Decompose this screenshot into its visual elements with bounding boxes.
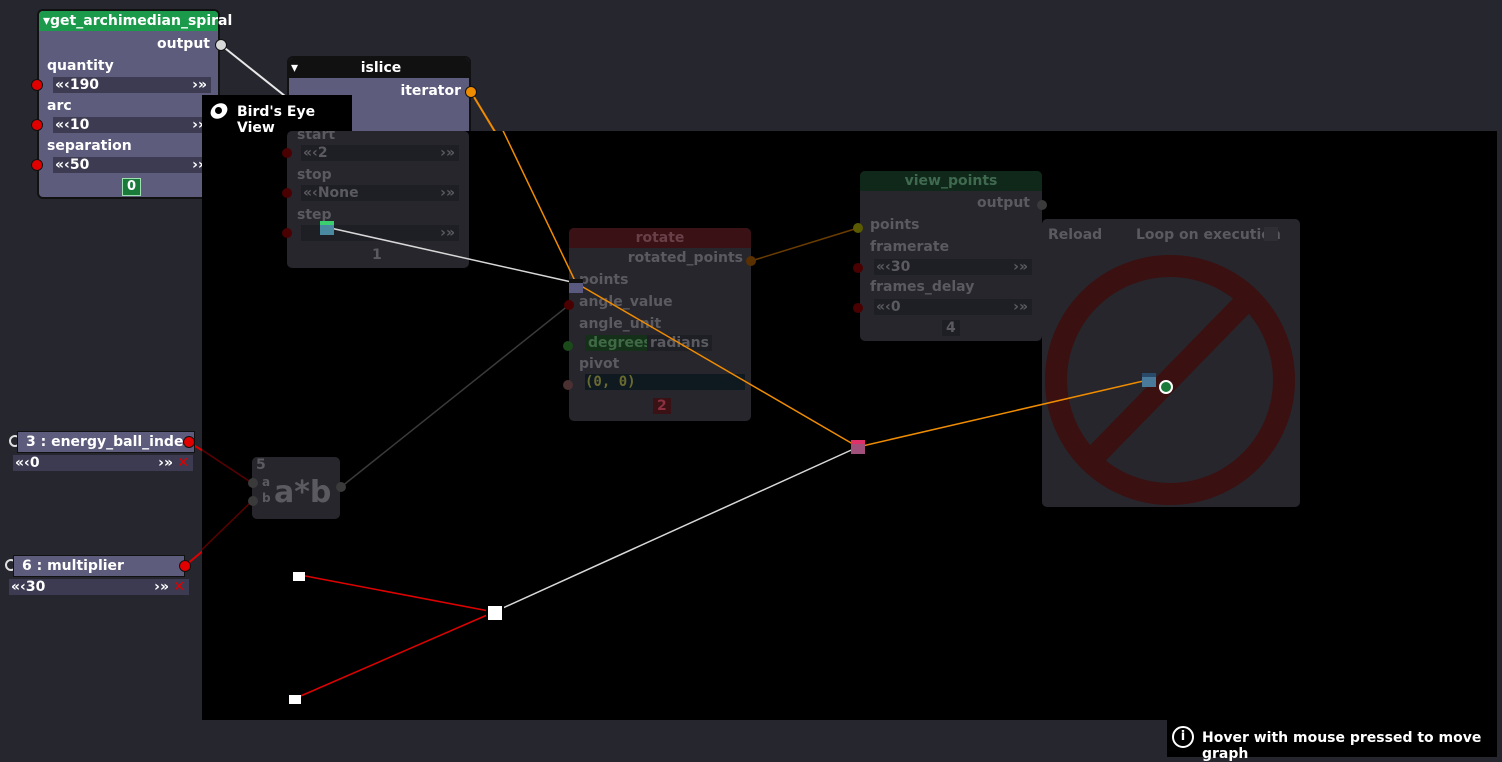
separation-value: 50 bbox=[69, 157, 90, 173]
variable-value: 30 bbox=[25, 579, 46, 595]
node-id-badge: 0 bbox=[122, 178, 142, 196]
bev-node-icon[interactable] bbox=[851, 440, 865, 454]
node-header[interactable]: ▾ islice bbox=[289, 58, 469, 78]
bev-wire-white-1 bbox=[325, 226, 577, 284]
arc-input-socket[interactable] bbox=[31, 119, 43, 131]
collapse-icon[interactable]: ▾ bbox=[291, 58, 298, 78]
bev-wire-orange-3 bbox=[857, 378, 1153, 448]
bev-socket bbox=[563, 341, 573, 351]
bev-socket bbox=[1037, 200, 1047, 210]
hint-bar: i Hover with mouse pressed to move graph bbox=[1167, 719, 1497, 762]
birds-eye-view-panel[interactable]: start «‹2 ›» stop «‹None ›» step ›» 1 ro… bbox=[202, 127, 1497, 720]
quantity-input-socket[interactable] bbox=[31, 79, 43, 91]
bev-node-icon[interactable] bbox=[1142, 373, 1156, 387]
increment-icon[interactable]: ›» bbox=[192, 77, 207, 93]
variable-value: 0 bbox=[29, 455, 40, 471]
variable-value-field[interactable]: «‹30 ›» ✕ bbox=[9, 579, 189, 595]
bev-node-icon[interactable] bbox=[320, 221, 334, 235]
bev-wire-red-1 bbox=[299, 574, 495, 613]
quantity-value: 190 bbox=[69, 77, 100, 93]
hint-text: Hover with mouse pressed to move graph bbox=[1202, 730, 1482, 762]
arc-label: arc bbox=[47, 98, 72, 114]
output-socket[interactable] bbox=[215, 39, 227, 51]
node-title: islice bbox=[360, 60, 402, 76]
variable-value-field[interactable]: «‹0 ›» ✕ bbox=[13, 455, 193, 471]
eye-pupil-icon bbox=[215, 107, 222, 114]
info-icon: i bbox=[1172, 726, 1194, 748]
bev-wire-red-3 bbox=[202, 449, 253, 484]
separation-label: separation bbox=[47, 138, 132, 154]
wire-archimedian-to-islice bbox=[220, 44, 291, 101]
iterator-label: iterator bbox=[400, 83, 461, 99]
bev-socket bbox=[563, 380, 573, 390]
bev-socket bbox=[853, 223, 863, 233]
variable-label: 3 : energy_ball_index bbox=[26, 434, 193, 450]
bev-socket bbox=[282, 148, 292, 158]
bev-node-icon[interactable] bbox=[569, 279, 583, 293]
decrement-icon[interactable]: «‹ bbox=[15, 455, 30, 471]
iterator-socket[interactable] bbox=[465, 86, 477, 98]
bev-node-icon[interactable] bbox=[486, 604, 504, 622]
bev-wire-white-2 bbox=[493, 446, 859, 613]
separation-field[interactable]: «‹50 ›» bbox=[53, 157, 211, 173]
birds-eye-view-tab[interactable]: Bird's Eye View bbox=[202, 95, 352, 136]
bev-wire-red-4 bbox=[202, 500, 253, 551]
decrement-icon[interactable]: «‹ bbox=[55, 157, 70, 173]
birds-eye-view-title: Bird's Eye View bbox=[237, 104, 316, 136]
output-label: output bbox=[157, 36, 210, 52]
bev-wire-red-2 bbox=[295, 611, 495, 699]
bev-node-icon[interactable] bbox=[293, 569, 305, 581]
variable-multiplier[interactable]: 6 : multiplier «‹30 ›» ✕ bbox=[4, 555, 189, 597]
bev-socket bbox=[248, 496, 258, 506]
quantity-field[interactable]: «‹190 ›» bbox=[53, 77, 211, 93]
increment-icon[interactable]: ›» bbox=[154, 579, 169, 595]
bev-node-icon[interactable] bbox=[1159, 380, 1173, 394]
quantity-label: quantity bbox=[47, 58, 114, 74]
bev-socket bbox=[282, 188, 292, 198]
variable-output-socket[interactable] bbox=[179, 560, 191, 572]
variable-output-socket[interactable] bbox=[183, 436, 195, 448]
bev-wire-orange-4 bbox=[750, 227, 859, 262]
node-header[interactable]: ▾get_archimedian_spiral bbox=[39, 11, 232, 31]
bev-socket bbox=[248, 478, 258, 488]
remove-icon[interactable]: ✕ bbox=[173, 579, 185, 595]
bev-socket bbox=[336, 482, 346, 492]
arc-field[interactable]: «‹10 ›» bbox=[53, 117, 211, 133]
arc-value: 10 bbox=[69, 117, 90, 133]
bev-wire-orange-1 bbox=[502, 131, 577, 284]
decrement-icon[interactable]: «‹ bbox=[55, 117, 70, 133]
bev-wire-gray-1 bbox=[340, 304, 570, 488]
bev-socket bbox=[564, 300, 574, 310]
bev-node-icon[interactable] bbox=[289, 692, 301, 704]
bev-socket bbox=[282, 228, 292, 238]
separation-input-socket[interactable] bbox=[31, 159, 43, 171]
node-title: get_archimedian_spiral bbox=[50, 13, 233, 29]
bev-wire-layer bbox=[202, 131, 1153, 699]
node-get-archimedian-spiral[interactable]: ▾get_archimedian_spiral output quantity … bbox=[37, 9, 232, 199]
increment-icon[interactable]: ›» bbox=[158, 455, 173, 471]
decrement-icon[interactable]: «‹ bbox=[55, 77, 70, 93]
decrement-icon[interactable]: «‹ bbox=[11, 579, 26, 595]
variable-label: 6 : multiplier bbox=[22, 558, 124, 574]
bev-socket bbox=[853, 303, 863, 313]
collapse-icon[interactable]: ▾ bbox=[43, 13, 50, 29]
bev-socket bbox=[746, 256, 756, 266]
variable-energy-ball-index[interactable]: 3 : energy_ball_index «‹0 ›» ✕ bbox=[8, 431, 195, 473]
bev-wire-orange-2 bbox=[575, 282, 859, 448]
bev-socket bbox=[853, 263, 863, 273]
remove-icon[interactable]: ✕ bbox=[177, 455, 189, 471]
